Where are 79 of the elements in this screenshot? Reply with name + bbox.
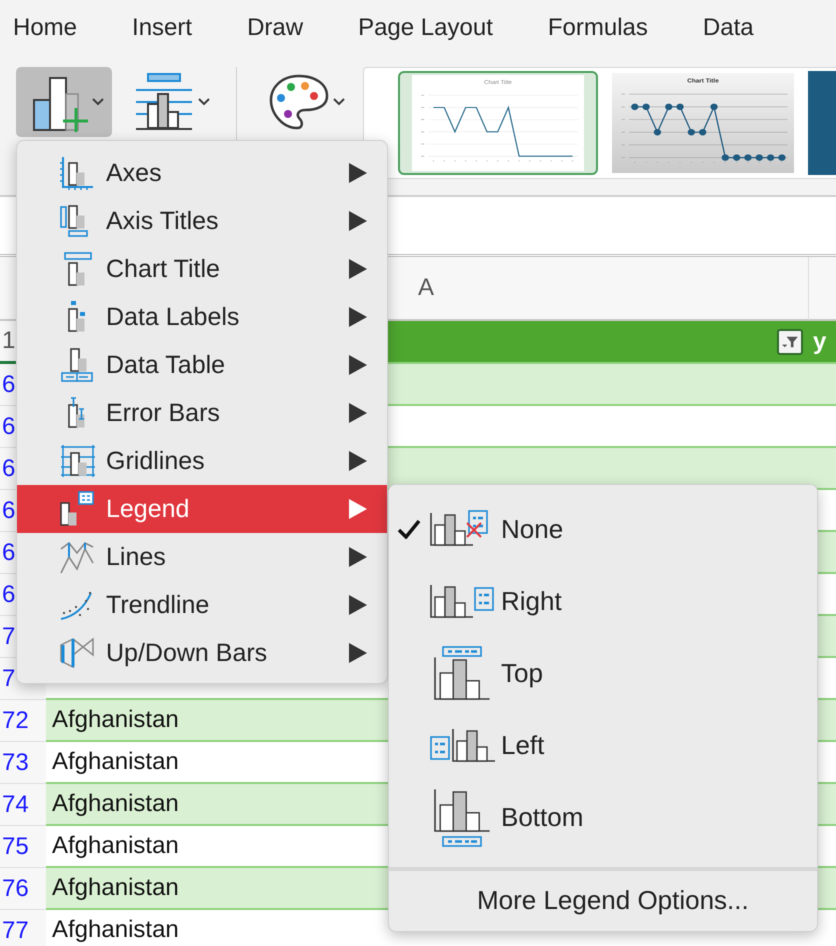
table-cell: Afghanistan — [52, 790, 179, 818]
chart-elements-button[interactable] — [16, 67, 112, 137]
updown-icon — [59, 635, 95, 671]
menu-item[interactable]: Lines — [17, 533, 387, 581]
filter-icon — [781, 334, 799, 348]
submenu-arrow-icon — [349, 259, 367, 279]
data-point — [722, 154, 729, 161]
caret-icon — [198, 98, 210, 106]
palette-icon — [269, 72, 329, 132]
menu-item[interactable]: Bottom — [389, 781, 817, 853]
menu-item[interactable]: Legend — [17, 485, 387, 533]
ribbon-tab[interactable]: Draw — [247, 14, 304, 42]
submenu-arrow-icon — [349, 547, 367, 567]
row-number[interactable]: 6 — [2, 496, 16, 524]
table-cell: Afghanistan — [52, 706, 179, 734]
lines-icon — [59, 539, 95, 575]
data-point — [710, 104, 718, 110]
submenu-arrow-icon — [349, 355, 367, 375]
submenu-arrow-icon — [349, 451, 367, 471]
row-number[interactable]: 6 — [2, 370, 16, 398]
data-table-icon — [59, 347, 95, 383]
menu-item[interactable]: Chart Title — [17, 245, 387, 293]
data-point — [654, 128, 662, 136]
menu-item[interactable]: Data Labels — [17, 293, 387, 341]
submenu-arrow-icon — [349, 403, 367, 423]
menu-item[interactable]: Data Table — [17, 341, 387, 389]
data-point — [688, 128, 696, 136]
data-point — [733, 154, 740, 161]
data-point — [756, 154, 763, 161]
row-number[interactable]: 7 — [2, 622, 16, 650]
menu-item[interactable]: Left — [389, 709, 817, 781]
data-point — [766, 154, 774, 161]
table-cell: Afghanistan — [52, 916, 179, 944]
submenu-arrow-icon — [349, 163, 367, 183]
ribbon-tab[interactable]: Formulas — [548, 14, 648, 42]
column-header[interactable]: A — [418, 274, 434, 302]
ribbon-tab[interactable]: Data — [702, 14, 754, 42]
menu-item[interactable]: Right — [389, 565, 817, 637]
data-point — [642, 104, 650, 110]
submenu-arrow-icon — [349, 499, 367, 519]
row-number[interactable]: 6 — [2, 412, 16, 440]
table-cell: Afghanistan — [52, 748, 179, 776]
axes-icon — [59, 155, 95, 191]
caret-icon — [92, 98, 104, 106]
data-point — [744, 154, 752, 161]
table-header-cell: y — [813, 328, 826, 356]
data-point — [699, 128, 706, 136]
menu-item[interactable]: Axis Titles — [17, 197, 387, 245]
menu-item[interactable]: Trendline — [17, 581, 387, 629]
data-point — [778, 154, 786, 161]
menu-item[interactable]: Gridlines — [17, 437, 387, 485]
filter-button[interactable] — [777, 328, 803, 354]
ribbon-tab[interactable]: Page Layout — [358, 14, 493, 42]
row-number[interactable]: 1 — [2, 327, 16, 355]
quick-layout-icon — [134, 72, 194, 132]
menu-item[interactable]: Up/Down Bars — [17, 629, 387, 677]
table-cell: Afghanistan — [52, 874, 179, 902]
ribbon-tab[interactable]: Home — [13, 14, 78, 42]
submenu-arrow-icon — [349, 211, 367, 231]
gridlines-icon — [59, 443, 95, 479]
data-point — [676, 104, 684, 110]
row-number[interactable]: 6 — [2, 454, 16, 482]
menu-item[interactable]: None — [389, 493, 817, 565]
row-number[interactable]: 6 — [2, 580, 16, 608]
ribbon-tab[interactable]: Insert — [132, 14, 192, 42]
submenu-arrow-icon — [349, 643, 367, 663]
menu-item[interactable]: More Legend Options... — [477, 885, 749, 916]
caret-icon — [333, 98, 345, 106]
submenu-arrow-icon — [349, 307, 367, 327]
menu-item[interactable]: Axes — [17, 149, 387, 197]
table-cell: Afghanistan — [52, 832, 179, 860]
menu-item[interactable]: Error Bars — [17, 389, 387, 437]
data-point — [665, 104, 672, 110]
row-number[interactable]: 7 — [2, 664, 16, 692]
legend-icon — [59, 491, 95, 527]
submenu-arrow-icon — [349, 595, 367, 615]
data-point — [631, 104, 638, 110]
menu-item[interactable]: Top — [389, 637, 817, 709]
row-number[interactable]: 6 — [2, 538, 16, 566]
